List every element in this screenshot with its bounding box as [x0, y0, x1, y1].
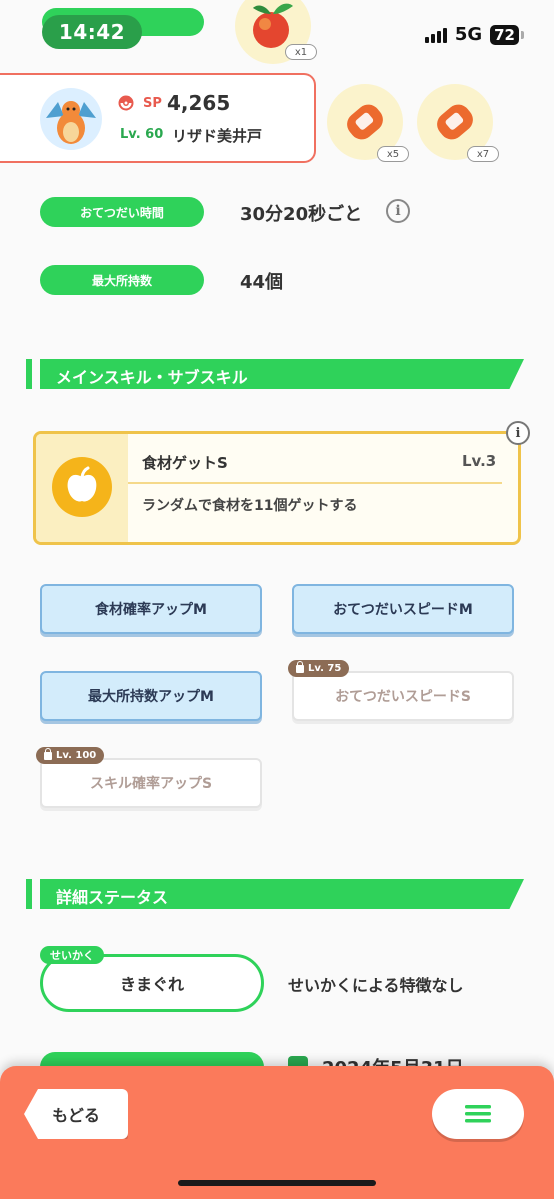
back-button[interactable]: もどる: [24, 1089, 128, 1139]
level-label: Lv. 60: [120, 127, 163, 142]
status-indicators: 5G 72: [424, 24, 524, 45]
info-icon[interactable]: i: [506, 421, 530, 445]
skills-section-header: メインスキル・サブスキル: [26, 359, 524, 389]
pokeball-icon: [118, 95, 134, 111]
food-qty-badge: x1: [285, 44, 317, 60]
nature-description: せいかくによる特徴なし: [288, 976, 464, 995]
nature-tag: せいかく: [40, 946, 104, 964]
lock-level-tag: Lv. 75: [288, 660, 350, 677]
charizard-icon: [46, 101, 96, 144]
battery-icon: 72: [490, 24, 519, 45]
main-skill-level: Lv.3: [462, 452, 497, 470]
skill-divider: [128, 482, 502, 484]
max-carry-value: 44個: [240, 272, 284, 293]
sub-skill-button[interactable]: 食材確率アップM: [40, 584, 262, 634]
pokemon-avatar: [40, 88, 102, 150]
lock-level-tag: Lv. 100: [36, 747, 105, 764]
hamburger-menu-icon: [465, 1105, 491, 1123]
main-skill-name: 食材ゲットS: [142, 454, 228, 472]
sp-value: 4,265: [167, 91, 231, 115]
section-title: 詳細ステータス: [56, 888, 169, 907]
home-indicator[interactable]: [178, 1180, 376, 1186]
battery-tip: [521, 30, 524, 39]
help-time-label: おてつだい時間: [40, 197, 204, 227]
signal-icon: [424, 27, 447, 43]
main-skill-description: ランダムで食材を11個ゲットする: [142, 498, 358, 514]
network-type: 5G: [454, 24, 483, 45]
unlock-level: Lv. 100: [56, 750, 97, 761]
sub-skill-button-locked[interactable]: おてつだいスピードS: [292, 671, 514, 721]
level-prefix: Lv.: [120, 127, 141, 142]
main-skill-card[interactable]: [33, 431, 521, 545]
level-value: 60: [145, 127, 164, 142]
help-time-value: 30分20秒ごと: [240, 204, 363, 225]
section-title: メインスキル・サブスキル: [56, 368, 248, 387]
status-time: 14:42: [42, 15, 142, 49]
sub-skill-button-locked[interactable]: スキル確率アップS: [40, 758, 262, 808]
sp-label: SP: [143, 96, 162, 111]
details-section-header: 詳細ステータス: [26, 879, 524, 909]
pokemon-name: リザド美井戸: [172, 127, 263, 145]
food-qty-badge: x5: [377, 146, 409, 162]
food-qty-badge: x7: [467, 146, 499, 162]
lock-icon: [296, 660, 304, 673]
apple-skill-icon: [67, 466, 97, 502]
max-carry-label: 最大所持数: [40, 265, 204, 295]
lock-icon: [44, 747, 52, 760]
info-icon[interactable]: i: [386, 199, 410, 223]
menu-button[interactable]: [432, 1089, 524, 1139]
sub-skill-button[interactable]: おてつだいスピードM: [292, 584, 514, 634]
unlock-level: Lv. 75: [308, 663, 342, 674]
sub-skill-button[interactable]: 最大所持数アップM: [40, 671, 262, 721]
